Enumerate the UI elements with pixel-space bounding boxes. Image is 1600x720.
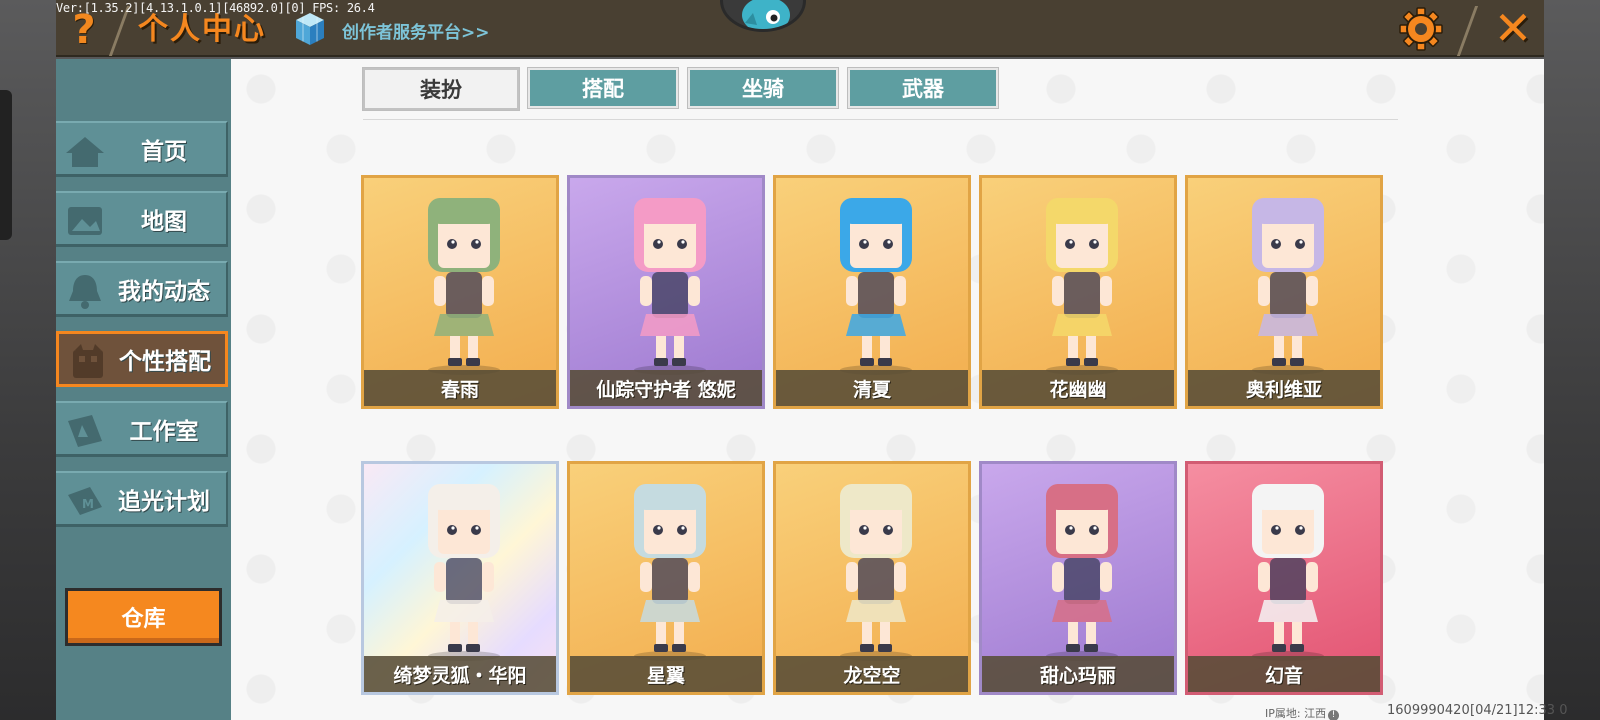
edge-handle [0, 90, 12, 240]
sidebar-item-activity[interactable]: 我的动态 [56, 261, 228, 317]
skin-card[interactable]: 春雨 [361, 175, 559, 409]
info-icon[interactable]: ! [1328, 710, 1340, 720]
skin-name: 星翼 [570, 656, 762, 692]
skin-name: 春雨 [364, 370, 556, 406]
skin-name: 花幽幽 [982, 370, 1174, 406]
sidebar-item-label: 追光计划 [118, 488, 210, 515]
svg-text:M: M [82, 497, 94, 511]
main-panel: 装扮 搭配 坐骑 武器 春雨 仙踪守护者 悠妮 清夏 花幽幽 奥利维亚绮梦灵狐・华阳 星翼… [231, 59, 1544, 720]
gear-icon[interactable] [1398, 6, 1444, 52]
sidebar-item-light-plan[interactable]: M 追光计划 [56, 471, 228, 527]
map-icon [68, 207, 102, 235]
character-figure [1046, 484, 1118, 661]
plan-icon: M [68, 487, 102, 515]
skin-name: 仙踪守护者 悠妮 [570, 370, 762, 406]
skin-card[interactable]: 龙空空 [773, 461, 971, 695]
skin-name: 绮梦灵狐・华阳 [364, 656, 556, 692]
tab-weapon[interactable]: 武器 [847, 67, 999, 109]
skin-name: 龙空空 [776, 656, 968, 692]
ip-location: IP属地: 江西! [1265, 705, 1340, 720]
ip-location-text: IP属地: 江西 [1265, 707, 1327, 720]
skin-card[interactable]: 绮梦灵狐・华阳 [361, 461, 559, 695]
bell-icon [69, 275, 101, 309]
skin-card[interactable]: 星翼 [567, 461, 765, 695]
sidebar-item-label: 我的动态 [118, 278, 210, 305]
studio-icon [68, 415, 102, 447]
timestamp: [04/21]12:33 0 [1470, 703, 1568, 718]
warehouse-button[interactable]: 仓库 [65, 588, 222, 646]
cube-icon[interactable] [294, 11, 326, 47]
outfit-icon [73, 344, 103, 378]
character-figure [634, 198, 706, 375]
debug-info: Ver:[1.35.2][4.13.1.0.1][46892.0][0] FPS… [56, 1, 375, 15]
skin-card[interactable]: 幻音 [1185, 461, 1383, 695]
character-figure [840, 198, 912, 375]
skin-name: 幻音 [1188, 656, 1380, 692]
skin-name: 甜心玛丽 [982, 656, 1174, 692]
tab-mount[interactable]: 坐骑 [687, 67, 839, 109]
skin-card[interactable]: 仙踪守护者 悠妮 [567, 175, 765, 409]
character-figure [634, 484, 706, 661]
character-figure [1046, 198, 1118, 375]
close-button[interactable]: ✕ [1490, 4, 1536, 52]
sidebar-item-map[interactable]: 地图 [56, 191, 228, 247]
sidebar-item-studio[interactable]: 工作室 [56, 401, 228, 457]
creator-platform-link[interactable]: 创作者服务平台>> [342, 18, 490, 43]
character-figure [428, 198, 500, 375]
sidebar-item-label: 地图 [141, 208, 187, 235]
sidebar-item-label: 首页 [141, 138, 187, 165]
tab-dress-up[interactable]: 装扮 [362, 67, 520, 111]
character-figure [1252, 484, 1324, 661]
skin-card[interactable]: 清夏 [773, 175, 971, 409]
home-icon [66, 137, 104, 167]
skin-name: 清夏 [776, 370, 968, 406]
sidebar-item-outfit[interactable]: 个性搭配 [56, 331, 228, 387]
tab-outfit[interactable]: 搭配 [527, 67, 679, 109]
sidebar-item-label: 个性搭配 [119, 349, 211, 375]
user-id: 1609990420 [1387, 703, 1470, 718]
skin-card[interactable]: 甜心玛丽 [979, 461, 1177, 695]
skin-card[interactable]: 花幽幽 [979, 175, 1177, 409]
skin-name: 奥利维亚 [1188, 370, 1380, 406]
skin-card[interactable]: 奥利维亚 [1185, 175, 1383, 409]
character-figure [840, 484, 912, 661]
sidebar-item-home[interactable]: 首页 [56, 121, 228, 177]
character-figure [428, 484, 500, 661]
character-figure [1252, 198, 1324, 375]
divider [363, 119, 1398, 120]
sidebar-item-label: 工作室 [129, 418, 199, 445]
